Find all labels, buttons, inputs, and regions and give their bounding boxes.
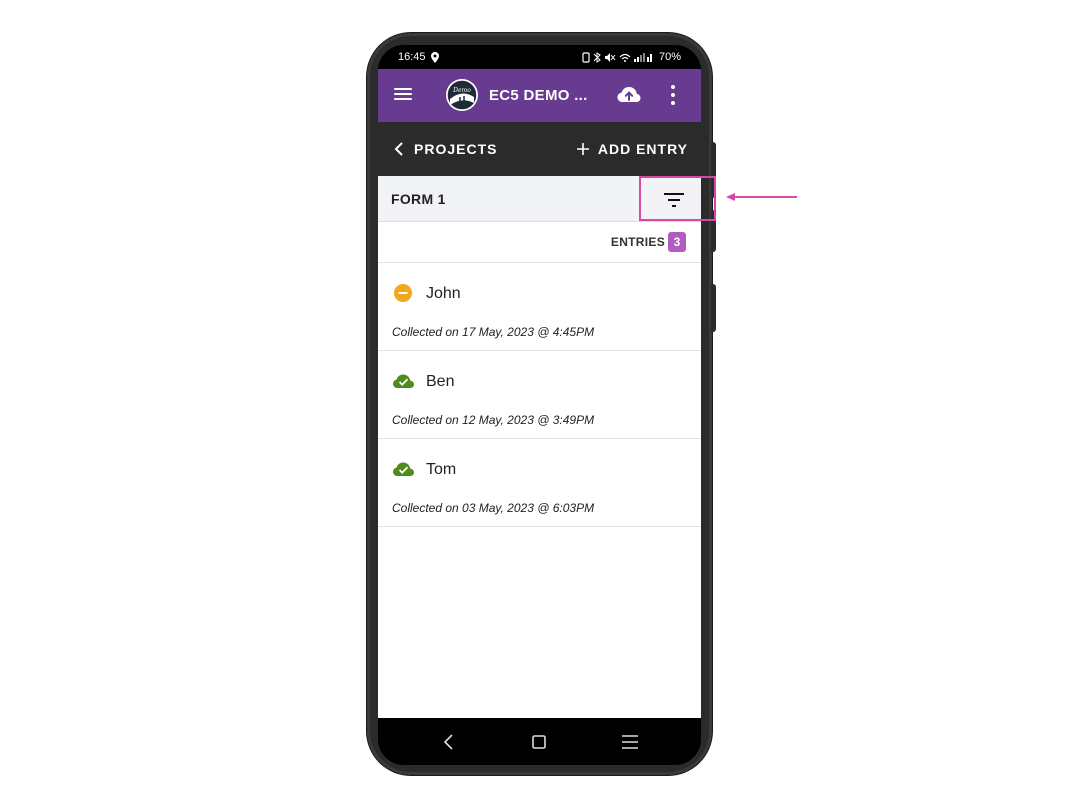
status-time: 16:45: [398, 51, 426, 63]
entry-collected-date: Collected on 12 May, 2023 @ 3:49PM: [392, 413, 595, 427]
phone-side-button: [711, 284, 716, 332]
status-bar: 16:45 70%: [378, 45, 701, 69]
synced-cloud-icon: [392, 371, 416, 391]
synced-cloud-icon: [392, 459, 416, 479]
system-recents-icon[interactable]: [618, 730, 642, 754]
annotation-arrow-icon: [726, 193, 797, 201]
back-to-projects-button[interactable]: PROJECTS: [394, 141, 497, 157]
entries-label: ENTRIES: [610, 235, 665, 249]
add-entry-label: ADD ENTRY: [597, 141, 688, 157]
notification-icons: [582, 51, 652, 63]
plus-icon: [576, 143, 589, 155]
form-title: FORM 1: [391, 191, 446, 207]
cloud-upload-icon[interactable]: [616, 82, 642, 108]
entry-collected-date: Collected on 03 May, 2023 @ 6:03PM: [392, 501, 595, 515]
add-entry-button[interactable]: ADD ENTRY: [576, 141, 688, 157]
hamburger-menu-icon[interactable]: [394, 85, 416, 105]
navigation-bar: PROJECTS ADD ENTRY: [378, 122, 701, 176]
project-title: EC5 DEMO ...: [489, 87, 588, 104]
entries-list: ENTRIES 3 John Collected on 17 May, 2023…: [378, 222, 701, 718]
list-item[interactable]: Ben Collected on 12 May, 2023 @ 3:49PM: [378, 351, 701, 439]
entry-collected-date: Collected on 17 May, 2023 @ 4:45PM: [392, 325, 595, 339]
pending-icon: [392, 283, 416, 303]
more-options-icon[interactable]: [666, 83, 680, 107]
entry-title: Tom: [426, 461, 457, 478]
entries-summary: ENTRIES 3: [378, 222, 701, 263]
entry-title: John: [426, 285, 461, 302]
system-home-icon[interactable]: [527, 730, 551, 754]
annotation-highlight-box: [639, 176, 716, 221]
logo-text: Demo: [452, 87, 471, 94]
location-icon: [430, 51, 439, 63]
chevron-left-icon: [394, 142, 403, 156]
entry-title: Ben: [426, 373, 455, 390]
phone-screen: 16:45 70% Demo EC5 DEMO ... PROJECTS ADD…: [378, 45, 701, 765]
system-navigation-bar: [378, 718, 701, 765]
app-bar: Demo EC5 DEMO ...: [378, 69, 701, 122]
list-item[interactable]: John Collected on 17 May, 2023 @ 4:45PM: [378, 263, 701, 351]
back-label: PROJECTS: [414, 141, 498, 157]
battery-level: 70%: [658, 51, 681, 63]
list-item[interactable]: Tom Collected on 03 May, 2023 @ 6:03PM: [378, 439, 701, 527]
system-back-icon[interactable]: [437, 730, 461, 754]
entries-count-badge: 3: [668, 232, 686, 252]
project-logo: Demo: [446, 79, 478, 111]
